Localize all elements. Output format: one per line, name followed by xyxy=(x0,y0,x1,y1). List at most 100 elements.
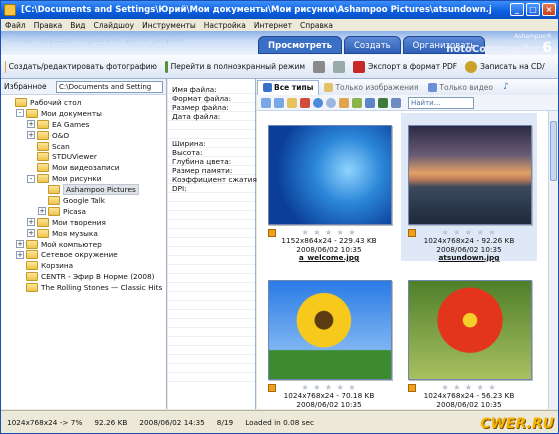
property-row-empty xyxy=(168,337,255,346)
close-button[interactable]: × xyxy=(542,3,556,16)
window-controls: _ □ × xyxy=(510,3,556,16)
expand-icon[interactable]: + xyxy=(27,229,35,238)
collapse-icon[interactable]: - xyxy=(16,109,24,118)
folder-icon xyxy=(48,206,60,216)
thumbnail-item[interactable]: ★ ★ ★ ★ ★ 1024x768x24 - 70.18 KB 2008/06/0… xyxy=(261,268,397,416)
tree-node[interactable]: + Моя музыка xyxy=(1,228,166,239)
property-row-empty xyxy=(168,364,255,373)
minimize-button[interactable]: _ xyxy=(510,3,524,16)
scrollbar-thumb[interactable] xyxy=(550,121,557,181)
favorites-dropdown[interactable]: Избранное xyxy=(4,82,56,91)
menu-help[interactable]: Справка xyxy=(296,21,337,30)
move-icon[interactable] xyxy=(352,97,362,108)
pin-button[interactable] xyxy=(329,60,349,73)
expand-icon[interactable]: + xyxy=(38,207,46,216)
back-icon[interactable] xyxy=(261,97,271,108)
property-row: Ширина: xyxy=(168,139,255,148)
tree-node[interactable]: Мои видеозаписи xyxy=(1,162,166,173)
fullscreen-button[interactable]: Перейти в полноэкранный режим xyxy=(161,60,309,73)
tree-node[interactable]: Scan xyxy=(1,141,166,152)
export-pdf-button[interactable]: Экспорт в формат PDF xyxy=(349,60,461,73)
property-row-empty xyxy=(168,211,255,220)
menu-settings[interactable]: Настройка xyxy=(200,21,250,30)
menu-bar: Файл Правка Вид Слайдшоу Инструменты Нас… xyxy=(1,19,558,31)
property-row xyxy=(168,121,255,130)
folder-icon xyxy=(37,141,49,151)
property-row-empty xyxy=(168,310,255,319)
status-loaded: Loaded in 0.08 sec xyxy=(245,418,314,427)
tab-all-types[interactable]: Все типы xyxy=(257,79,320,95)
tree-node-label: EA Games xyxy=(52,119,90,129)
menu-slideshow[interactable]: Слайдшоу xyxy=(90,21,139,30)
property-row-empty xyxy=(168,238,255,247)
tree-node[interactable]: Рабочий стол xyxy=(1,97,166,108)
tree-node[interactable]: + O&O xyxy=(1,130,166,141)
thumbnail-item[interactable]: ★ ★ ★ ★ ★ 1024x768x24 - 56.23 KB 2008/06/0… xyxy=(401,268,537,416)
zoom-icon[interactable] xyxy=(326,97,336,108)
tree-node[interactable]: The Rolling Stones — Classic Hits xyxy=(1,282,166,293)
folder-panel: Избранное C:\Documents and Setting Рабоч… xyxy=(1,79,167,409)
expand-icon[interactable]: + xyxy=(27,120,35,129)
rotate-icon[interactable] xyxy=(365,97,375,108)
copy-icon[interactable] xyxy=(339,97,349,108)
thumbnail-image[interactable] xyxy=(408,280,532,380)
tree-node[interactable]: Google Talk xyxy=(1,195,166,206)
status-bar: 1024x768x24 -> 7% 92.26 KB 2008/06/02 14… xyxy=(1,410,558,433)
tree-node[interactable]: + EA Games xyxy=(1,119,166,130)
menu-file[interactable]: Файл xyxy=(1,21,30,30)
expand-icon[interactable]: + xyxy=(27,218,35,227)
tree-node[interactable]: Ashampoo Pictures xyxy=(1,184,166,196)
tree-node[interactable]: + Мой компьютер xyxy=(1,239,166,250)
tree-node-label: Scan xyxy=(52,141,70,151)
tree-node[interactable]: - Мои документы xyxy=(1,108,166,119)
thumbnail-image[interactable] xyxy=(268,280,392,380)
tree-node[interactable]: + Сетевое окружение xyxy=(1,249,166,260)
thumbnail-name: atsundown.jpg xyxy=(438,253,500,262)
forward-icon[interactable] xyxy=(274,97,284,108)
tree-node[interactable]: Корзина xyxy=(1,260,166,271)
expand-icon[interactable]: + xyxy=(16,240,24,249)
folder-icon xyxy=(26,108,38,118)
expand-icon[interactable]: + xyxy=(16,250,24,259)
thumbnail-item[interactable]: ★ ★ ★ ★ ★ 1152x864x24 - 229.43 KB 2008/06/… xyxy=(261,113,397,262)
tree-node-label: CENTR - Эфир В Норме (2008) xyxy=(41,272,155,282)
thumbnail-image[interactable] xyxy=(268,125,392,225)
tab-create[interactable]: Создать xyxy=(343,36,401,54)
thumbnail-info: 1024x768x24 - 92.26 KB 2008/06/02 10:35 at… xyxy=(401,236,537,263)
collapse-icon[interactable]: - xyxy=(27,174,35,183)
tree-node-label: Корзина xyxy=(41,261,74,271)
edit-photo-button[interactable]: Создать/редактировать фотографию xyxy=(1,60,161,73)
tab-audio-only[interactable]: ♪ xyxy=(498,82,514,92)
sort-icon[interactable] xyxy=(378,97,388,108)
tree-node[interactable]: CENTR - Эфир В Норме (2008) xyxy=(1,271,166,282)
browser-toolbar: Найти... xyxy=(257,95,558,111)
menu-tools[interactable]: Инструменты xyxy=(138,21,200,30)
filter-tabs: Все типы Только изображения Только видео… xyxy=(257,79,558,95)
tree-node[interactable]: + Picasa xyxy=(1,206,166,217)
menu-edit[interactable]: Правка xyxy=(30,21,67,30)
tab-images-only[interactable]: Только изображения xyxy=(319,82,423,92)
expand-icon[interactable]: + xyxy=(27,131,35,140)
menu-view[interactable]: Вид xyxy=(66,21,89,30)
folder-up-icon[interactable] xyxy=(287,97,297,108)
search-input[interactable]: Найти... xyxy=(408,96,474,109)
folder-icon xyxy=(26,283,38,293)
view-mode-icon[interactable] xyxy=(391,97,401,108)
folder-icon xyxy=(37,217,49,227)
tree-node[interactable]: + Мои творения xyxy=(1,217,166,228)
path-input[interactable]: C:\Documents and Setting xyxy=(56,80,163,93)
delete-icon[interactable] xyxy=(300,97,310,108)
burn-cd-button[interactable]: Записать на CD/ xyxy=(461,60,549,73)
menu-internet[interactable]: Интернет xyxy=(250,21,296,30)
tree-node[interactable]: - Мои рисунки xyxy=(1,173,166,184)
tree-node[interactable]: STDUViewer xyxy=(1,151,166,162)
thumbnail-image[interactable] xyxy=(408,125,532,225)
maximize-button[interactable]: □ xyxy=(526,3,540,16)
vertical-scrollbar[interactable] xyxy=(548,111,558,409)
tab-video-only[interactable]: Только видео xyxy=(423,82,498,92)
thumbnail-item[interactable]: ★ ★ ★ ★ ★ 1024x768x24 - 92.26 KB 2008/06/0… xyxy=(401,113,537,263)
app-icon xyxy=(4,4,16,16)
tab-view[interactable]: Просмотреть xyxy=(258,36,342,54)
cut-button[interactable] xyxy=(309,60,329,73)
refresh-icon[interactable] xyxy=(313,97,323,108)
